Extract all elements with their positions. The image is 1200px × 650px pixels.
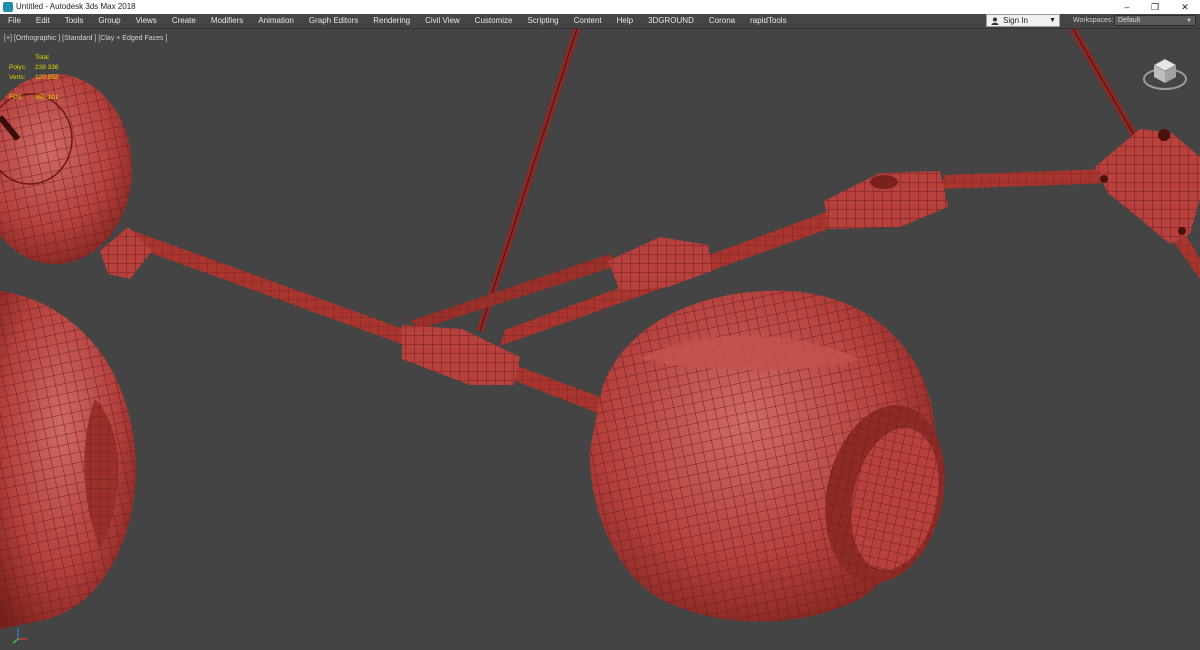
sign-in-label: Sign In xyxy=(1003,16,1028,25)
workspace-value: Default xyxy=(1118,17,1141,24)
joint-mid xyxy=(608,237,712,291)
arm-diagonal xyxy=(410,254,620,329)
main-menu: File Edit Tools Group Views Create Modif… xyxy=(0,14,794,28)
fps-label: FPS: xyxy=(9,94,24,101)
workspaces-label: Workspaces: xyxy=(1073,17,1114,24)
chevron-down-icon: ▼ xyxy=(1186,18,1192,24)
menu-help[interactable]: Help xyxy=(609,14,640,28)
sign-in-dropdown[interactable]: Sign In ▼ xyxy=(986,14,1060,27)
hub-right xyxy=(1095,129,1200,244)
verts-value: 120 952 xyxy=(35,74,59,81)
polys-label: Polys: xyxy=(9,64,27,71)
arm-left xyxy=(118,229,420,347)
menu-content[interactable]: Content xyxy=(566,14,609,28)
menu-modifiers[interactable]: Modifiers xyxy=(203,14,250,28)
menu-3dground[interactable]: 3DGROUND xyxy=(640,14,701,28)
menu-graph-editors[interactable]: Graph Editors xyxy=(301,14,365,28)
shade-center xyxy=(589,290,945,622)
menu-customize[interactable]: Customize xyxy=(467,14,520,28)
shade-bottom-left xyxy=(0,291,136,629)
menu-edit[interactable]: Edit xyxy=(28,14,57,28)
viewport-statistics: Total Polys: 238 336 Verts: 120 952 FPS:… xyxy=(9,53,59,103)
menu-corona[interactable]: Corona xyxy=(701,14,742,28)
workspace-select[interactable]: Default ▼ xyxy=(1114,15,1196,26)
joint-right xyxy=(824,171,948,229)
viewport-label[interactable]: [+] [Orthographic ] [Standard ] [Clay + … xyxy=(4,34,167,43)
menu-rapidtools[interactable]: rapidTools xyxy=(742,14,793,28)
joint-center xyxy=(402,325,520,385)
perspective-viewport[interactable]: [+] [Orthographic ] [Standard ] [Clay + … xyxy=(0,29,1200,650)
menu-file[interactable]: File xyxy=(0,14,28,28)
chevron-down-icon: ▼ xyxy=(1049,17,1056,24)
verts-label: Verts: xyxy=(9,74,26,81)
axis-tripod-icon xyxy=(12,628,27,644)
menu-create[interactable]: Create xyxy=(164,14,203,28)
viewport-scene xyxy=(0,29,1200,629)
menu-rendering[interactable]: Rendering xyxy=(365,14,417,28)
window-title: Untitled - Autodesk 3ds Max 2018 xyxy=(16,2,136,11)
stats-header: Total xyxy=(35,54,49,61)
viewcube-icon[interactable] xyxy=(1142,49,1188,95)
close-button[interactable]: ✕ xyxy=(1172,0,1198,14)
user-icon xyxy=(991,17,999,25)
menu-animation[interactable]: Animation xyxy=(250,14,301,28)
app-icon xyxy=(3,2,13,12)
polys-value: 238 336 xyxy=(35,64,59,71)
menu-views[interactable]: Views xyxy=(128,14,164,28)
fps-value: 995,101 xyxy=(35,94,59,101)
menu-scripting[interactable]: Scripting xyxy=(519,14,565,28)
menu-civil-view[interactable]: Civil View xyxy=(417,14,467,28)
title-bar: Untitled - Autodesk 3ds Max 2018 – ❐ ✕ xyxy=(0,0,1200,15)
minimize-button[interactable]: – xyxy=(1114,0,1140,14)
maximize-button[interactable]: ❐ xyxy=(1142,0,1168,14)
menu-tools[interactable]: Tools xyxy=(57,14,91,28)
menu-group[interactable]: Group xyxy=(90,14,127,28)
